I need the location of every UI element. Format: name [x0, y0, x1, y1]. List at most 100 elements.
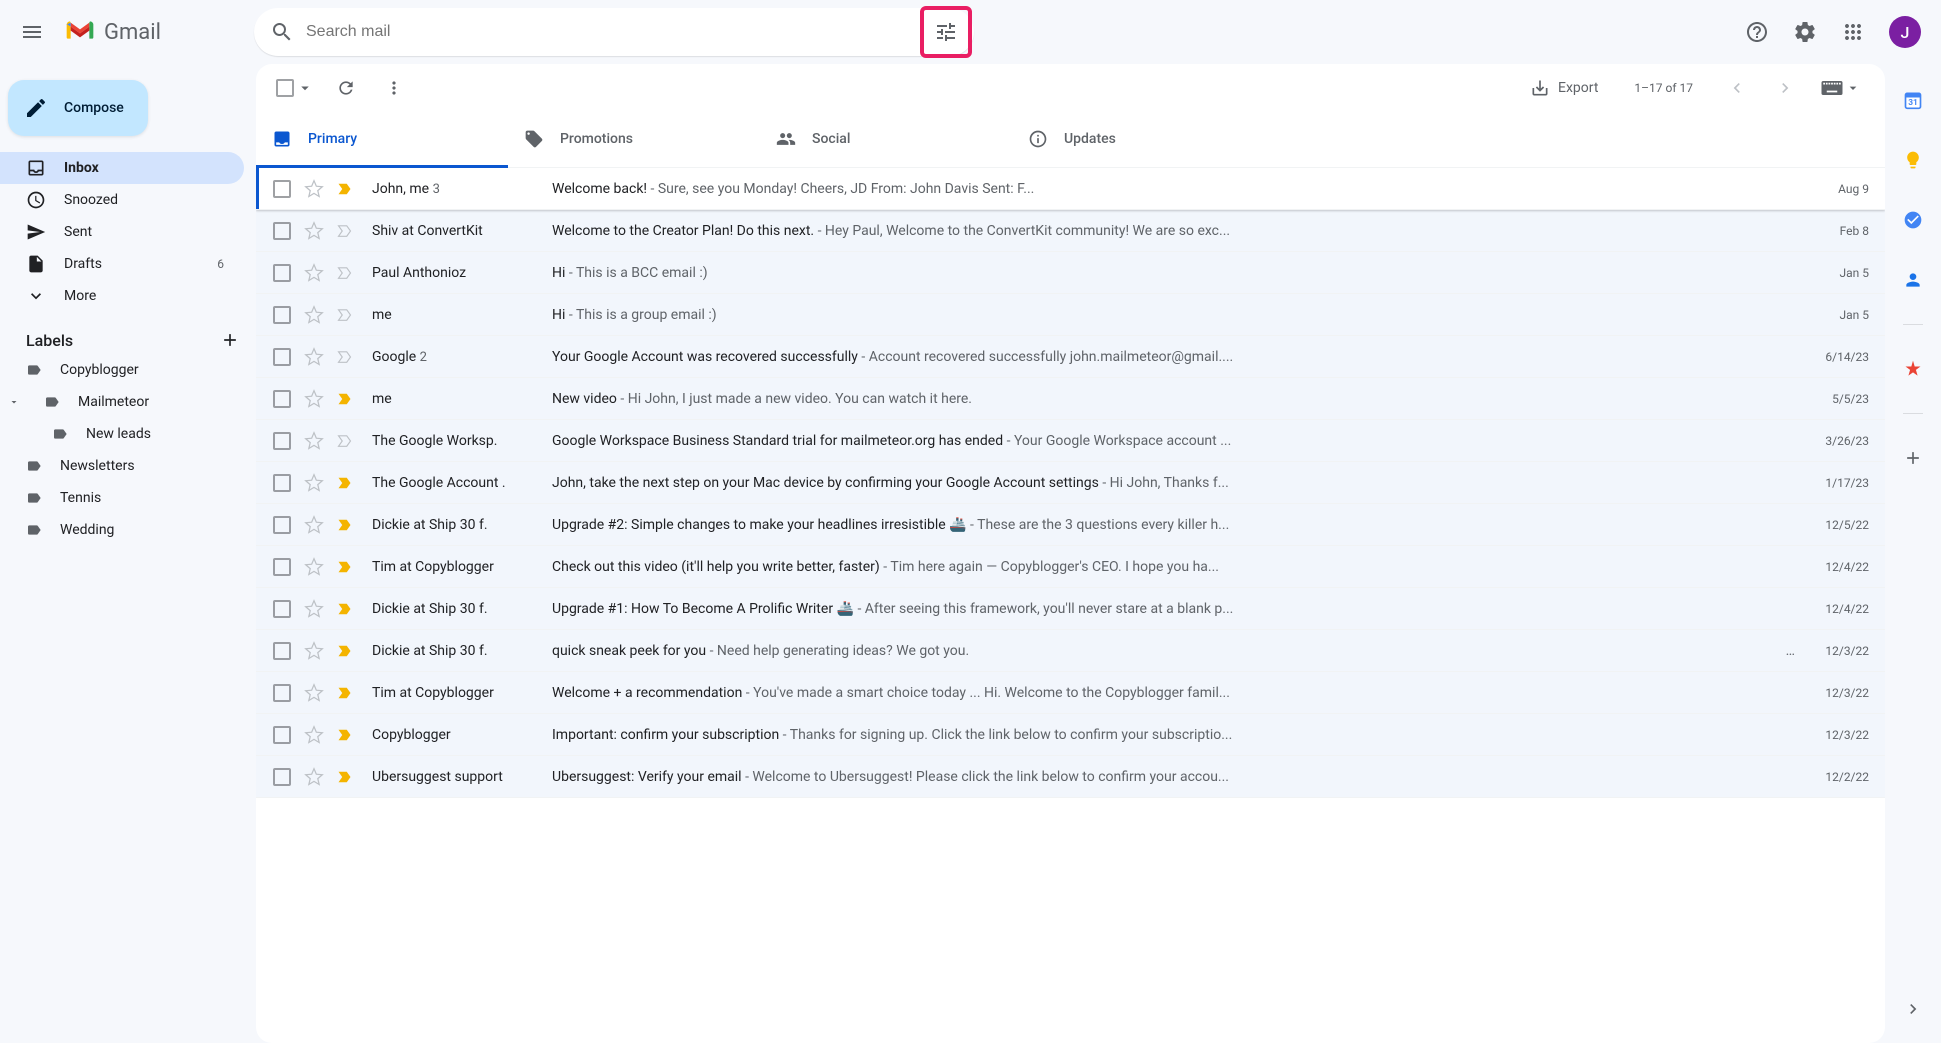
- refresh-button[interactable]: [326, 68, 366, 108]
- important-marker[interactable]: [336, 599, 356, 619]
- email-row[interactable]: Google 2 Your Google Account was recover…: [256, 336, 1885, 378]
- tab-social[interactable]: Social: [760, 112, 1012, 168]
- star-button[interactable]: [304, 263, 324, 283]
- row-checkbox[interactable]: [272, 179, 292, 199]
- star-button[interactable]: [304, 515, 324, 535]
- nav-item-sent[interactable]: Sent: [0, 216, 244, 248]
- important-marker[interactable]: [336, 767, 356, 787]
- tab-updates[interactable]: Updates: [1012, 112, 1264, 168]
- email-row[interactable]: The Google Account . John, take the next…: [256, 462, 1885, 504]
- important-marker[interactable]: [336, 473, 356, 493]
- main-menu-button[interactable]: [8, 8, 56, 56]
- subject: quick sneak peek for you: [552, 643, 706, 659]
- important-marker[interactable]: [336, 263, 356, 283]
- star-button[interactable]: [304, 473, 324, 493]
- input-tools-button[interactable]: [1813, 80, 1869, 96]
- nav-item-snoozed[interactable]: Snoozed: [0, 184, 244, 216]
- label-item-mailmeteor[interactable]: Mailmeteor: [0, 386, 244, 418]
- tab-promotions[interactable]: Promotions: [508, 112, 760, 168]
- search-button[interactable]: [262, 12, 302, 52]
- star-button[interactable]: [304, 725, 324, 745]
- star-button[interactable]: [304, 767, 324, 787]
- account-avatar[interactable]: J: [1889, 16, 1921, 48]
- email-row[interactable]: me New video - Hi John, I just made a ne…: [256, 378, 1885, 420]
- label-item-newsletters[interactable]: Newsletters: [0, 450, 244, 482]
- important-marker[interactable]: [336, 389, 356, 409]
- keep-app-button[interactable]: [1893, 140, 1933, 180]
- row-checkbox[interactable]: [272, 515, 292, 535]
- calendar-app-button[interactable]: 31: [1893, 80, 1933, 120]
- star-button[interactable]: [304, 431, 324, 451]
- search-input[interactable]: [302, 23, 926, 41]
- email-row[interactable]: Dickie at Ship 30 f. quick sneak peek fo…: [256, 630, 1885, 672]
- row-checkbox[interactable]: [272, 725, 292, 745]
- support-button[interactable]: [1737, 12, 1777, 52]
- label-item-tennis[interactable]: Tennis: [0, 482, 244, 514]
- row-checkbox[interactable]: [272, 641, 292, 661]
- row-checkbox[interactable]: [272, 473, 292, 493]
- email-row[interactable]: Dickie at Ship 30 f. Upgrade #2: Simple …: [256, 504, 1885, 546]
- prev-page-button[interactable]: [1717, 68, 1757, 108]
- next-page-button[interactable]: [1765, 68, 1805, 108]
- label-item-copyblogger[interactable]: Copyblogger: [0, 354, 244, 386]
- side-panel-toggle[interactable]: [1895, 991, 1931, 1027]
- search-filter-button[interactable]: [926, 12, 966, 52]
- important-marker[interactable]: [336, 557, 356, 577]
- export-button[interactable]: Export: [1518, 70, 1610, 106]
- email-row[interactable]: Tim at Copyblogger Check out this video …: [256, 546, 1885, 588]
- row-checkbox[interactable]: [272, 305, 292, 325]
- email-row[interactable]: Tim at Copyblogger Welcome + a recommend…: [256, 672, 1885, 714]
- star-button[interactable]: [304, 389, 324, 409]
- row-checkbox[interactable]: [272, 599, 292, 619]
- star-button[interactable]: [304, 683, 324, 703]
- select-all-checkbox[interactable]: [272, 75, 318, 101]
- email-row[interactable]: The Google Worksp. Google Workspace Busi…: [256, 420, 1885, 462]
- email-row[interactable]: Ubersuggest support Ubersuggest: Verify …: [256, 756, 1885, 798]
- contacts-app-button[interactable]: [1893, 260, 1933, 300]
- tab-primary[interactable]: Primary: [256, 112, 508, 168]
- nav-item-more[interactable]: More: [0, 280, 244, 312]
- row-checkbox[interactable]: [272, 263, 292, 283]
- important-marker[interactable]: [336, 641, 356, 661]
- label-item-new-leads[interactable]: New leads: [0, 418, 244, 450]
- important-marker[interactable]: [336, 347, 356, 367]
- more-actions-button[interactable]: [374, 68, 414, 108]
- important-marker[interactable]: [336, 725, 356, 745]
- important-marker[interactable]: [336, 305, 356, 325]
- star-button[interactable]: [304, 641, 324, 661]
- row-checkbox[interactable]: [272, 767, 292, 787]
- row-checkbox[interactable]: [272, 683, 292, 703]
- star-button[interactable]: [304, 179, 324, 199]
- star-button[interactable]: [304, 599, 324, 619]
- addon-app-button[interactable]: [1893, 349, 1933, 389]
- email-row[interactable]: John, me 3 Welcome back! - Sure, see you…: [256, 168, 1885, 210]
- nav-item-inbox[interactable]: Inbox: [0, 152, 244, 184]
- tasks-app-button[interactable]: [1893, 200, 1933, 240]
- star-button[interactable]: [304, 557, 324, 577]
- row-checkbox[interactable]: [272, 221, 292, 241]
- settings-button[interactable]: [1785, 12, 1825, 52]
- row-checkbox[interactable]: [272, 389, 292, 409]
- star-button[interactable]: [304, 221, 324, 241]
- important-marker[interactable]: [336, 515, 356, 535]
- email-row[interactable]: Dickie at Ship 30 f. Upgrade #1: How To …: [256, 588, 1885, 630]
- get-addons-button[interactable]: [1893, 438, 1933, 478]
- important-marker[interactable]: [336, 221, 356, 241]
- email-row[interactable]: me Hi - This is a group email :) Jan 5: [256, 294, 1885, 336]
- star-button[interactable]: [304, 305, 324, 325]
- email-row[interactable]: Paul Anthonioz Hi - This is a BCC email …: [256, 252, 1885, 294]
- label-item-wedding[interactable]: Wedding: [0, 514, 244, 546]
- important-marker[interactable]: [336, 683, 356, 703]
- apps-button[interactable]: [1833, 12, 1873, 52]
- row-checkbox[interactable]: [272, 431, 292, 451]
- compose-button[interactable]: Compose: [8, 80, 148, 136]
- email-row[interactable]: Shiv at ConvertKit Welcome to the Creato…: [256, 210, 1885, 252]
- add-label-button[interactable]: [220, 330, 240, 350]
- row-checkbox[interactable]: [272, 557, 292, 577]
- important-marker[interactable]: [336, 179, 356, 199]
- nav-item-drafts[interactable]: Drafts 6: [0, 248, 244, 280]
- important-marker[interactable]: [336, 431, 356, 451]
- row-checkbox[interactable]: [272, 347, 292, 367]
- star-button[interactable]: [304, 347, 324, 367]
- email-row[interactable]: Copyblogger Important: confirm your subs…: [256, 714, 1885, 756]
